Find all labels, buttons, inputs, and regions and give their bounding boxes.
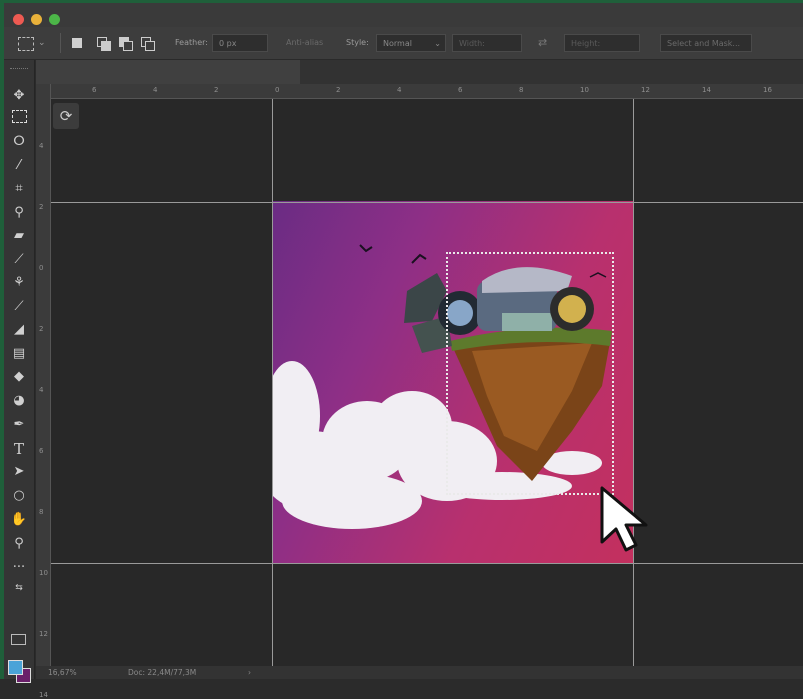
ruler-tick-label: 10 [580,86,589,94]
feather-input[interactable]: 0 px [212,34,268,52]
status-menu-arrow-icon[interactable]: › [248,666,251,679]
guide-vertical[interactable] [633,99,634,666]
chevron-down-icon: ⌄ [434,39,441,48]
crop-icon[interactable]: ⌗ [11,181,27,197]
ruler-tick-label: 8 [39,508,44,516]
ruler-tick-label: 14 [39,691,48,699]
ruler-tick-label: 2 [336,86,341,94]
swap-width-height-icon[interactable]: ⇄ [538,34,547,52]
pointer-cursor-icon [600,486,648,552]
dodge-icon[interactable]: ◕ [11,393,27,409]
rectangular-marquee-preset-icon[interactable] [18,37,34,51]
ruler-tick-label: 2 [39,325,44,333]
style-select[interactable]: Normal ⌄ [376,34,446,52]
status-bar: 16,67% Doc: 22,4M/77,3M › [36,666,803,679]
ruler-tick-label: 12 [39,630,48,638]
ruler-tick-label: 0 [39,264,44,272]
ruler-tick-label: 2 [214,86,219,94]
maximize-window-button[interactable] [49,14,60,25]
bird [411,253,427,264]
tools-panel: ✥ ⵔ ⁄ ⌗ ⚲ ▰ ⟋ ⚘ ⟋ ◢ ▤ ◆ ◕ ✒ T ➤ ○ ✋ ⚲ ··… [4,60,35,683]
eraser-icon[interactable]: ◢ [11,322,27,338]
guide-horizontal[interactable] [51,563,803,564]
add-to-selection-icon[interactable] [97,37,111,51]
new-selection-icon[interactable] [72,38,82,48]
pen-icon[interactable]: ✒ [11,417,27,433]
foreground-color-swatch[interactable] [8,660,23,675]
swap-colors-icon[interactable]: ⇆ [11,580,27,596]
vertical-ruler: 4 2 0 2 4 6 8 10 12 14 [36,84,51,699]
marquee-selection[interactable] [446,252,614,495]
ruler-tick-label: 4 [39,386,44,394]
close-window-button[interactable] [13,14,24,25]
select-and-mask-button[interactable]: Select and Mask... [660,34,752,52]
clone-stamp-icon[interactable]: ⚘ [11,275,27,291]
ruler-tick-label: 16 [763,86,772,94]
gradient-icon[interactable]: ▤ [11,346,27,362]
panel-grip[interactable] [10,68,28,72]
ruler-tick-label: 14 [702,86,711,94]
ruler-tick-label: 0 [275,86,280,94]
blur-icon[interactable]: ◆ [11,369,27,385]
move-icon[interactable]: ✥ [11,88,27,104]
lasso-icon[interactable]: ⵔ [11,134,27,150]
ruler-tick-label: 2 [39,203,44,211]
tool-preset-chevron-icon[interactable]: ⌄ [38,34,46,52]
healing-brush-icon[interactable]: ▰ [11,228,27,244]
document-tab[interactable] [36,60,300,84]
more-tools-icon[interactable]: ··· [11,560,27,576]
brush-icon[interactable]: ⟋ [11,252,27,268]
bird [359,244,373,253]
feather-label: Feather: [175,38,208,47]
document-tab-strip [36,60,803,84]
subtract-from-selection-icon[interactable] [119,37,133,51]
guide-vertical[interactable] [272,99,273,666]
hand-icon[interactable]: ✋ [11,512,27,528]
rotate-view-icon[interactable]: ⟳ [53,103,79,129]
intersect-selection-icon[interactable] [141,37,155,51]
zoom-level[interactable]: 16,67% [48,666,77,679]
marquee-icon[interactable] [12,110,27,123]
anti-alias-checkbox[interactable]: Anti-alias [286,34,323,52]
height-input[interactable]: Height: [564,34,640,52]
horizontal-ruler: 6 4 2 0 2 4 6 8 10 12 14 16 [36,84,803,99]
guide-horizontal[interactable] [51,202,803,203]
quick-mask-icon[interactable] [11,634,26,645]
ruler-tick-label: 10 [39,569,48,577]
eyedropper-icon[interactable]: ⚲ [11,205,27,221]
magic-wand-icon[interactable]: ⁄ [11,158,27,174]
document-size: Doc: 22,4M/77,3M [128,668,197,677]
history-brush-icon[interactable]: ⟋ [11,299,27,315]
options-bar: ⌄ Feather: 0 px Anti-alias Style: Normal… [4,27,803,60]
minimize-window-button[interactable] [31,14,42,25]
type-icon[interactable]: T [11,441,27,457]
ruler-tick-label: 6 [92,86,97,94]
ruler-tick-label: 6 [39,447,44,455]
ruler-tick-label: 4 [39,142,44,150]
ruler-tick-label: 4 [153,86,158,94]
title-bar [4,3,803,27]
ruler-tick-label: 8 [519,86,524,94]
style-label: Style: [346,38,369,47]
ruler-tick-label: 12 [641,86,650,94]
shape-icon[interactable]: ○ [11,488,27,504]
zoom-icon[interactable]: ⚲ [11,536,27,552]
style-select-value: Normal [383,39,412,48]
divider [60,33,61,53]
width-input[interactable]: Width: [452,34,522,52]
path-selection-icon[interactable]: ➤ [11,464,27,480]
ruler-tick-label: 4 [397,86,402,94]
ruler-tick-label: 6 [458,86,463,94]
